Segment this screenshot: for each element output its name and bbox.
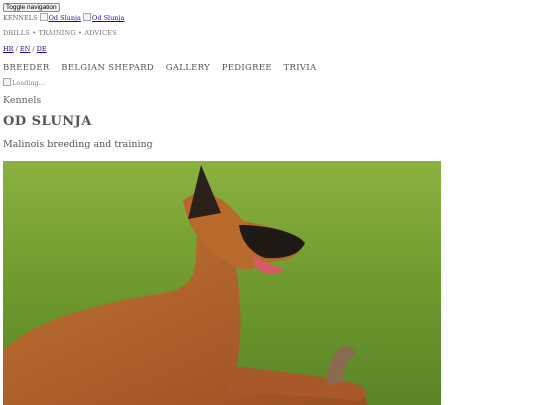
lang-link-en[interactable]: EN (20, 45, 30, 53)
main-navigation: BREEDER BELGIAN SHEPARD GALLERY PEDIGREE… (3, 63, 325, 73)
section-kicker: Kennels (3, 95, 42, 106)
nav-item-belgian-shepard[interactable]: BELGIAN SHEPARD (61, 63, 154, 73)
nav-item-breeder[interactable]: BREEDER (3, 63, 50, 73)
logo-link[interactable]: Od Slunja (39, 13, 81, 22)
nav-item-trivia[interactable]: TRIVIA (284, 63, 317, 73)
language-switcher: HR / EN / DE (3, 45, 47, 53)
hero-image (3, 161, 441, 405)
broken-image-icon (83, 13, 92, 21)
brand-prefix: KENNELS (3, 14, 38, 22)
nav-item-pedigree[interactable]: PEDIGREE (222, 63, 272, 73)
toggle-navigation-button[interactable]: Toggle navigation (3, 3, 60, 12)
malinois-photo (3, 161, 441, 405)
loading-image-placeholder: Loading... (3, 78, 45, 87)
broken-image-icon (39, 13, 48, 21)
page-title: OD SLUNJA (3, 114, 92, 129)
brand-row: KENNELS Od Slunja Od Slunja (3, 13, 124, 22)
site-tagline: DRILLS • TRAINING • ADVICES (3, 29, 117, 37)
lang-link-hr[interactable]: HR (3, 45, 14, 53)
lang-link-de[interactable]: DE (37, 45, 47, 53)
page-subtitle: Malinois breeding and training (3, 139, 153, 150)
loading-alt-text: Loading... (12, 79, 45, 87)
logo-alt-text-secondary: Od Slunja (92, 14, 125, 22)
broken-image-icon (3, 78, 11, 86)
logo-link-secondary[interactable]: Od Slunja (83, 13, 125, 22)
nav-item-gallery[interactable]: GALLERY (166, 63, 210, 73)
logo-alt-text: Od Slunja (48, 14, 81, 22)
